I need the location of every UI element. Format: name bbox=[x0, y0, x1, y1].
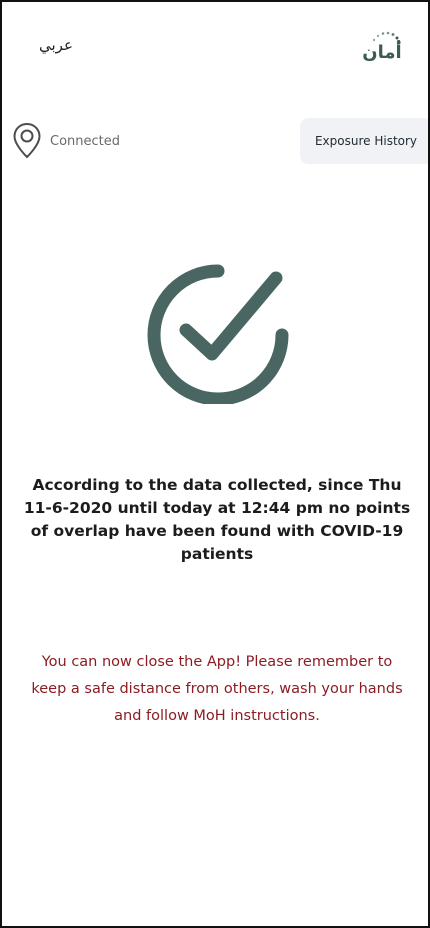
check-circle-icon bbox=[142, 264, 294, 404]
logo-text: أمان bbox=[362, 42, 402, 63]
language-toggle[interactable]: عربي bbox=[39, 36, 73, 54]
connection-status: Connected bbox=[12, 122, 120, 160]
result-message: According to the data collected, since T… bbox=[23, 476, 411, 563]
exposure-history-button[interactable]: Exposure History bbox=[300, 118, 428, 164]
app-screen: عربي أمان Connected Exposure History Acc… bbox=[0, 0, 430, 928]
app-logo: أمان bbox=[358, 28, 406, 72]
advice-message: You can now close the App! Please rememb… bbox=[31, 654, 403, 724]
connection-status-text: Connected bbox=[50, 133, 121, 149]
location-pin-icon bbox=[13, 122, 41, 159]
